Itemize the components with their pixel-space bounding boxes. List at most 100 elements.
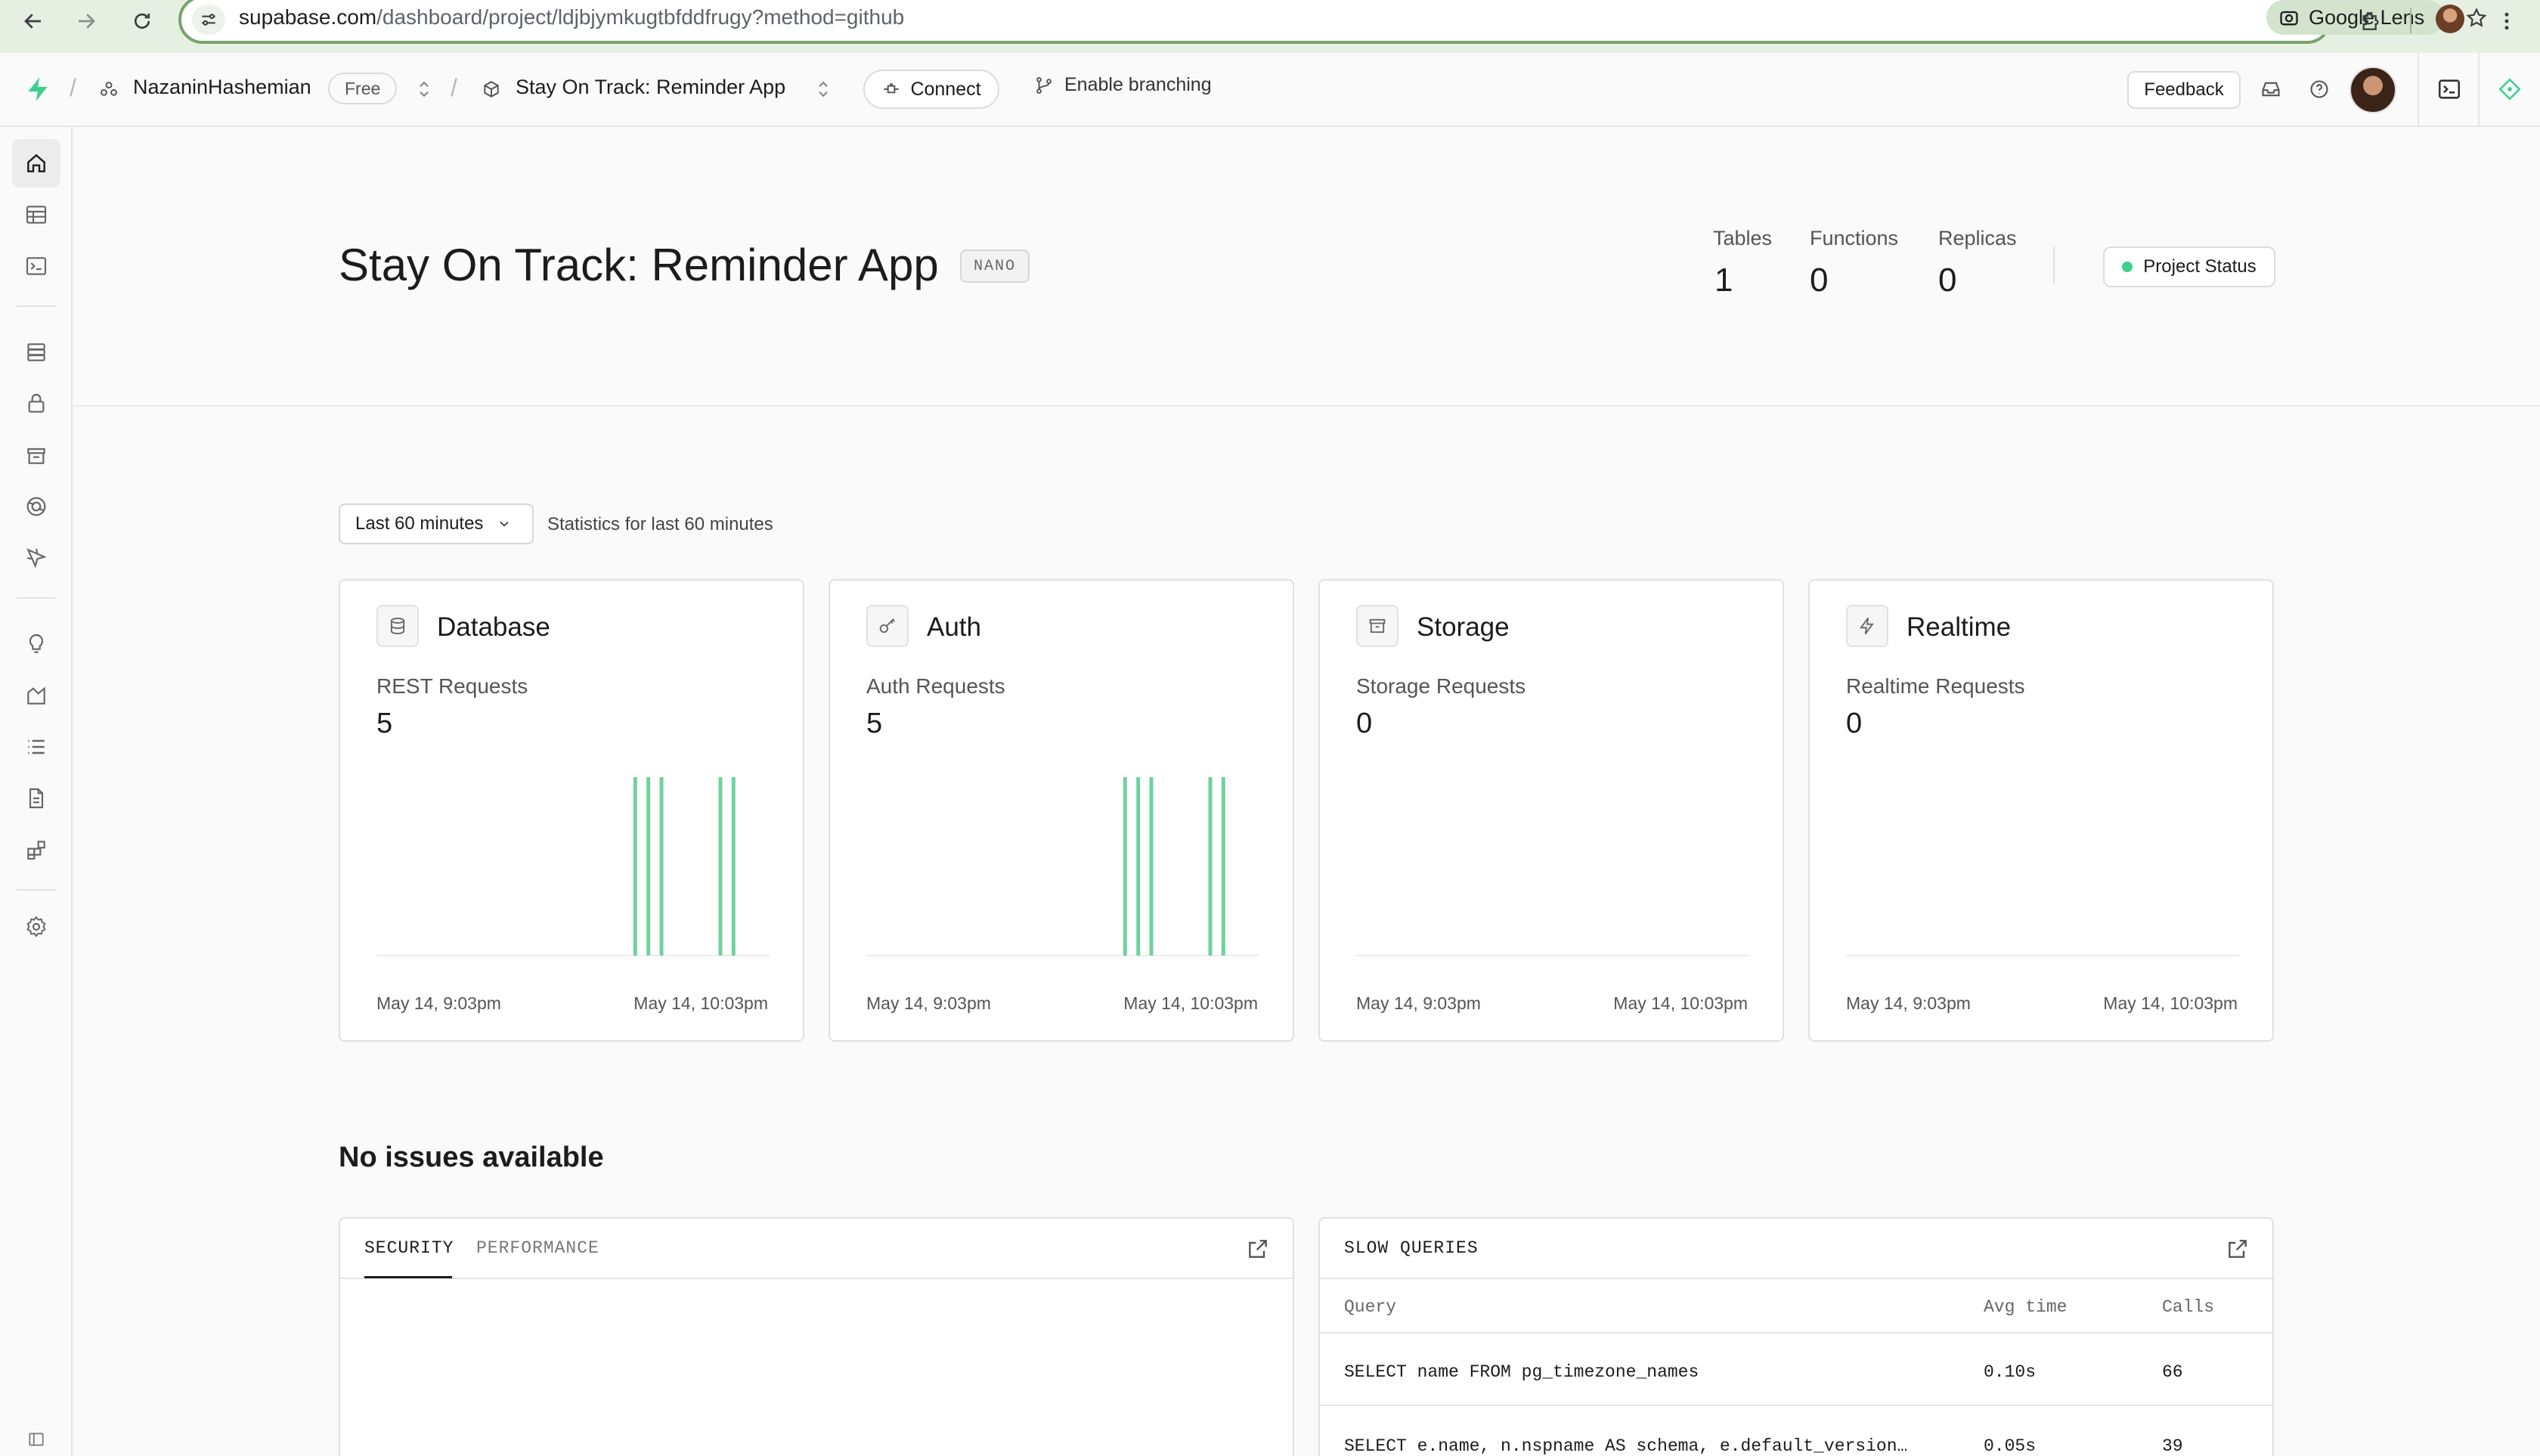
header-divider <box>2478 53 2480 125</box>
integrations-icon <box>27 841 45 860</box>
x-axis-end-label: May 14, 10:03pm <box>1613 993 1748 1013</box>
site-settings-icon[interactable] <box>192 5 225 35</box>
x-axis-start-label: May 14, 9:03pm <box>376 993 501 1013</box>
back-button[interactable] <box>15 3 51 39</box>
x-axis-start-label: May 14, 9:03pm <box>1356 993 1481 1013</box>
stat-replicas-value[interactable]: 0 <box>1938 262 1956 299</box>
plan-badge: Free <box>328 73 398 104</box>
query-text: SELECT name FROM pg_timezone_names <box>1344 1362 1699 1382</box>
url-text[interactable]: supabase.com/dashboard/project/ldjbjymku… <box>239 5 904 29</box>
slow-queries-panel: SLOW QUERIES Query Avg time Calls SELECT… <box>1318 1217 2274 1456</box>
project-switcher-icon[interactable] <box>812 76 835 103</box>
sidebar-item-realtime[interactable] <box>12 534 60 582</box>
tab-security[interactable]: SECURITY <box>364 1238 454 1258</box>
terminal-icon[interactable] <box>2434 74 2464 104</box>
app-header: / NazaninHashemian Free / Stay On Track:… <box>0 53 2540 127</box>
sidebar-item-settings[interactable] <box>12 903 60 951</box>
chart-bar[interactable] <box>718 777 723 956</box>
card-title: Auth <box>927 612 981 642</box>
x-axis-start-label: May 14, 9:03pm <box>1846 993 1971 1013</box>
sidebar-item-reports[interactable] <box>12 671 60 720</box>
sidebar-item-home[interactable] <box>12 139 60 187</box>
stat-functions-label[interactable]: Functions <box>1810 227 1898 250</box>
card-auth[interactable]: Auth Auth Requests 5 May 14, 9:03pm May … <box>829 579 1294 1042</box>
external-link-icon[interactable] <box>2226 1237 2250 1261</box>
assistant-icon[interactable] <box>2495 74 2525 104</box>
inbox-icon[interactable] <box>2257 76 2284 103</box>
chart-bar[interactable] <box>1123 777 1127 956</box>
sidebar-item-table-editor[interactable] <box>12 191 60 239</box>
gear-icon <box>26 915 46 937</box>
connect-button[interactable]: Connect <box>863 70 999 109</box>
time-range-select[interactable]: Last 60 minutes <box>339 503 534 544</box>
chart-bar[interactable] <box>1136 777 1141 956</box>
chart-bar[interactable] <box>646 777 651 956</box>
chart-bar[interactable] <box>1149 777 1154 956</box>
requests-chart <box>1846 955 2239 956</box>
sidebar-item-database[interactable] <box>12 328 60 376</box>
home-icon <box>27 153 45 172</box>
requests-chart <box>866 777 1259 956</box>
project-status-button[interactable]: Project Status <box>2103 246 2275 287</box>
calls-count: 39 <box>2162 1436 2183 1456</box>
requests-chart <box>1356 955 1749 956</box>
active-tab-indicator <box>364 1276 452 1278</box>
url-domain: supabase.com <box>239 5 377 29</box>
enable-branching-button[interactable]: Enable branching <box>1034 74 1212 96</box>
project-name[interactable]: Stay On Track: Reminder App <box>516 76 785 99</box>
org-name[interactable]: NazaninHashemian <box>133 76 311 99</box>
sidebar-item-logs[interactable] <box>12 723 60 771</box>
extensions-icon[interactable] <box>2353 3 2389 39</box>
statistics-note: Statistics for last 60 minutes <box>547 514 773 534</box>
feedback-button[interactable]: Feedback <box>2127 71 2241 109</box>
card-database[interactable]: Database REST Requests 5 May 14, 9:03pm … <box>339 579 804 1042</box>
sidebar-item-storage[interactable] <box>12 431 60 479</box>
card-storage[interactable]: Storage Storage Requests 0 May 14, 9:03p… <box>1318 579 1784 1042</box>
external-link-icon[interactable] <box>1246 1237 1270 1261</box>
user-avatar[interactable] <box>2350 67 2396 113</box>
document-icon <box>29 788 44 809</box>
chart-icon <box>27 686 45 705</box>
sidebar-item-api-docs[interactable] <box>12 774 60 822</box>
browser-profile-avatar[interactable] <box>2436 5 2464 33</box>
project-box-icon <box>479 76 503 103</box>
sidebar-item-sql-editor[interactable] <box>12 242 60 290</box>
url-path: /dashboard/project/ldjbjymkugtbfddfrugy?… <box>376 5 905 29</box>
requests-chart <box>376 777 770 956</box>
help-icon[interactable] <box>2306 76 2333 103</box>
connect-label: Connect <box>910 78 981 100</box>
database-icon <box>27 343 45 361</box>
chart-bar[interactable] <box>659 777 664 956</box>
status-indicator <box>2122 262 2133 272</box>
sidebar-item-integrations[interactable] <box>12 826 60 874</box>
chart-bar[interactable] <box>1221 777 1225 956</box>
sidebar-item-edge-functions[interactable] <box>12 482 60 531</box>
chart-bar[interactable] <box>1208 777 1213 956</box>
browser-menu-icon[interactable] <box>2489 3 2525 39</box>
org-switcher-icon[interactable] <box>413 76 435 103</box>
list-icon <box>28 739 45 754</box>
time-range-value: Last 60 minutes <box>355 513 484 534</box>
reload-button[interactable] <box>124 3 160 39</box>
chart-bar[interactable] <box>731 777 736 956</box>
sidebar-item-authentication[interactable] <box>12 379 60 428</box>
card-title: Realtime <box>1907 612 2012 642</box>
stat-functions-value[interactable]: 0 <box>1810 262 1828 299</box>
stat-replicas-label[interactable]: Replicas <box>1938 227 2017 250</box>
chart-bar[interactable] <box>633 777 637 956</box>
supabase-logo-icon[interactable] <box>23 74 53 104</box>
stat-tables-value[interactable]: 1 <box>1714 262 1733 299</box>
stat-tables-label[interactable]: Tables <box>1713 227 1772 250</box>
tab-performance[interactable]: PERFORMANCE <box>476 1238 599 1258</box>
breadcrumb-separator: / <box>451 74 457 101</box>
card-realtime[interactable]: Realtime Realtime Requests 0 May 14, 9:0… <box>1808 579 2274 1042</box>
cursor-icon <box>26 548 47 568</box>
sidebar-item-advisors[interactable] <box>12 620 60 668</box>
address-bar[interactable]: supabase.com/dashboard/project/ldjbjymku… <box>178 0 2487 44</box>
lock-icon <box>28 394 45 413</box>
card-title: Database <box>437 612 550 642</box>
forward-button[interactable] <box>68 3 104 39</box>
advisors-tabs: SECURITY PERFORMANCE <box>340 1219 1293 1279</box>
collapse-sidebar-icon[interactable] <box>12 1424 60 1454</box>
key-icon <box>866 605 909 647</box>
